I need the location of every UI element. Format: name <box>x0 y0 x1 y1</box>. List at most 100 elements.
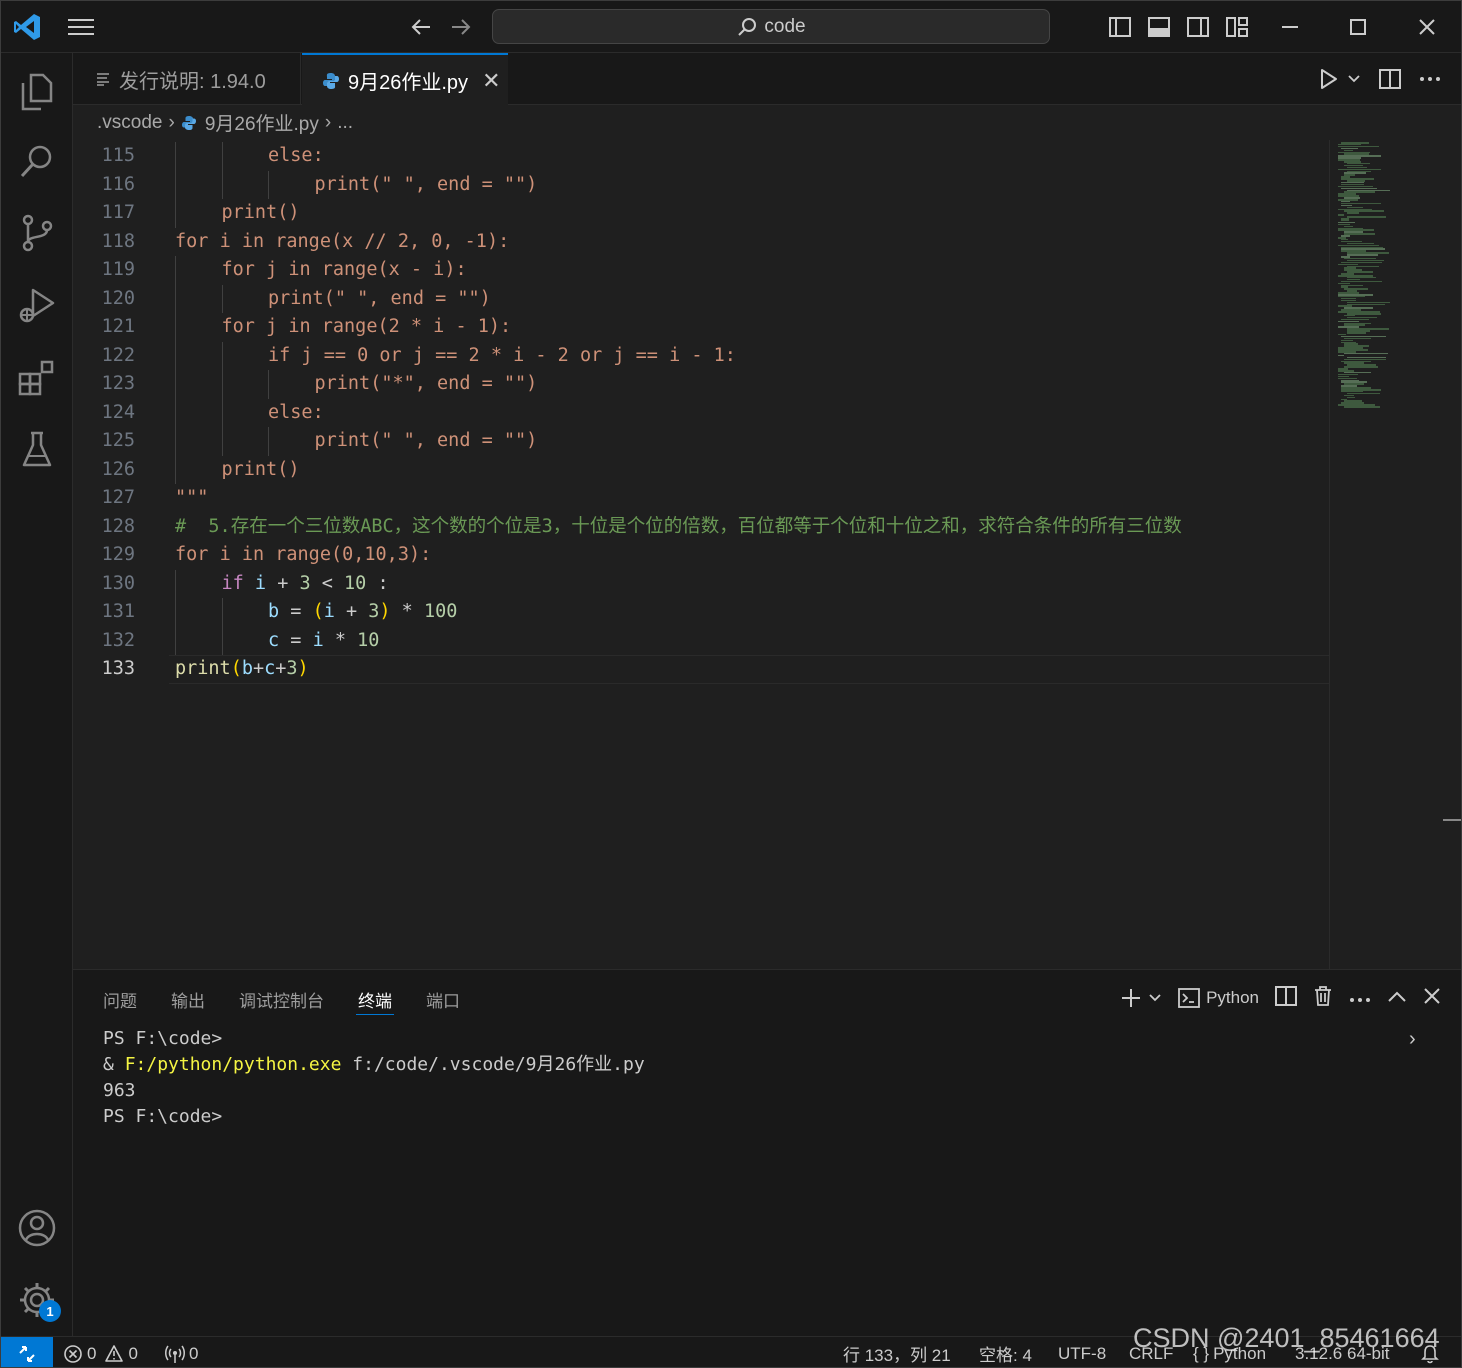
code-line[interactable]: 121 for j in range(2 * i - 1): <box>73 313 1329 342</box>
toggle-panel-icon[interactable] <box>1143 11 1175 43</box>
terminal-profile-button[interactable]: Python <box>1178 988 1259 1008</box>
tab-problems[interactable]: 问题 <box>103 970 137 1028</box>
chevron-right-icon: › <box>324 111 332 133</box>
code-line[interactable]: 132 c = i * 10 <box>73 626 1329 655</box>
source-control-icon[interactable] <box>1 201 73 265</box>
tab-python-file[interactable]: 9月26作业.py ✕ <box>302 53 508 106</box>
chevron-down-icon <box>1348 75 1360 83</box>
terminal-output[interactable]: PS F:\code> & F:/python/python.exe f:/cod… <box>103 1026 645 1130</box>
extensions-icon[interactable] <box>1 345 73 409</box>
tab-label: 9月26作业.py <box>348 72 469 94</box>
tab-terminal[interactable]: 终端 <box>356 970 394 1028</box>
code-line[interactable]: 123 print("*", end = "") <box>73 370 1329 399</box>
code-line[interactable]: 127 """ <box>73 484 1329 513</box>
code-editor[interactable]: 115 else: 116 print(" ", end = "") 117 print(… <box>73 140 1329 969</box>
code-line[interactable]: 119 for j in range(x - i): <box>73 256 1329 285</box>
code-line[interactable]: 116 print(" ", end = "") <box>73 170 1329 199</box>
problems-status[interactable]: 0 0 <box>63 1337 138 1367</box>
customize-layout-icon[interactable] <box>1221 11 1253 43</box>
minimap[interactable] <box>1329 140 1443 969</box>
minimize-icon[interactable] <box>1274 11 1306 43</box>
back-arrow-icon[interactable] <box>405 11 437 43</box>
line-number: 132 <box>101 629 135 651</box>
remote-indicator-icon[interactable] <box>1 1337 53 1367</box>
python-icon <box>322 72 340 90</box>
code-line[interactable]: 125 print(" ", end = "") <box>73 427 1329 456</box>
minimap-line <box>1344 406 1380 408</box>
editor-scrollbar[interactable] <box>1443 140 1461 969</box>
code-line[interactable]: 126 print() <box>73 455 1329 484</box>
code-text: print(" ", end = "") <box>314 173 538 195</box>
code-line[interactable]: 122 if j == 0 or j == 2 * i - 2 or j == i… <box>73 341 1329 370</box>
code-line[interactable]: 133 print(b+c+3) <box>73 655 1329 684</box>
code-line[interactable]: 124 else: <box>73 398 1329 427</box>
line-number: 123 <box>101 373 135 394</box>
code-text: print("*", end = "") <box>314 373 538 394</box>
toggle-secondary-sidebar-icon[interactable] <box>1182 11 1214 43</box>
indent-guide <box>221 626 223 655</box>
indent-guide <box>268 370 269 399</box>
minimap-line <box>1347 332 1366 334</box>
testing-flask-icon[interactable] <box>1 417 73 481</box>
code-text: """ <box>175 487 209 508</box>
chevron-right-icon[interactable]: › <box>1409 1028 1416 1051</box>
run-python-button[interactable] <box>1319 53 1361 105</box>
close-tab-icon[interactable]: ✕ <box>482 68 500 94</box>
explorer-icon[interactable] <box>1 59 73 123</box>
run-and-debug-icon[interactable] <box>1 273 73 337</box>
code-line[interactable]: 131 b = (i + 3) * 100 <box>73 598 1329 627</box>
command-center-search[interactable]: code <box>492 9 1050 44</box>
indent-guide <box>268 170 269 199</box>
indent-guide <box>175 398 176 427</box>
code-text: if i + 3 < 10 : <box>221 572 389 594</box>
new-terminal-button[interactable] <box>1120 987 1162 1009</box>
ports-count: 0 <box>189 1343 199 1363</box>
breadcrumb-file[interactable]: 9月26作业.py <box>205 109 319 136</box>
maximize-icon[interactable] <box>1342 11 1374 43</box>
close-panel-icon[interactable] <box>1423 987 1441 1010</box>
indent-guide <box>221 170 223 199</box>
search-icon[interactable] <box>1 129 73 193</box>
split-editor-icon[interactable] <box>1379 53 1401 105</box>
toggle-primary-sidebar-icon[interactable] <box>1104 11 1136 43</box>
code-text: b = (i + 3) * 100 <box>268 601 458 622</box>
ports-status[interactable]: 0 <box>165 1337 199 1367</box>
manage-gear-icon[interactable] <box>1 1268 73 1332</box>
code-line[interactable]: 115 else: <box>73 142 1329 171</box>
terminal-line: PS F:\code> <box>103 1028 223 1049</box>
line-number: 121 <box>101 316 135 337</box>
minimap-line <box>1344 366 1378 368</box>
code-line[interactable]: 117 print() <box>73 199 1329 228</box>
encoding[interactable]: UTF-8 <box>1058 1337 1106 1367</box>
code-line[interactable]: 129 for i in range(0,10,3): <box>73 541 1329 570</box>
line-number: 124 <box>101 401 135 423</box>
cursor-position[interactable]: 行 133，列 21 <box>843 1337 951 1367</box>
forward-arrow-icon[interactable] <box>445 11 477 43</box>
code-line[interactable]: 120 print(" ", end = "") <box>73 284 1329 313</box>
more-actions-icon[interactable] <box>1419 53 1441 105</box>
tab-output[interactable]: 输出 <box>171 970 205 1028</box>
more-actions-icon[interactable] <box>1349 988 1371 1008</box>
code-line[interactable]: 118 for i in range(x // 2, 0, -1): <box>73 228 1329 257</box>
indent-guide <box>175 142 176 171</box>
tab-ports[interactable]: 端口 <box>426 970 460 1028</box>
indentation[interactable]: 空格: 4 <box>979 1337 1032 1367</box>
indent-guide <box>175 170 176 199</box>
indent-guide <box>175 370 176 399</box>
accounts-icon[interactable] <box>1 1196 73 1260</box>
indent-guide <box>221 427 223 456</box>
tab-release-notes[interactable]: 发行说明: 1.94.0 <box>73 53 301 105</box>
menu-icon[interactable] <box>65 11 97 43</box>
indent-guide <box>175 199 176 228</box>
kill-terminal-trash-icon[interactable] <box>1313 985 1333 1012</box>
tab-debug-console[interactable]: 调试控制台 <box>239 970 324 1028</box>
code-line[interactable]: 128 # 5.存在一个三位数ABC，这个数的个位是3，十位是个位的倍数，百位都等… <box>73 513 1329 542</box>
settings-update-badge: 1 <box>39 1300 61 1322</box>
code-line[interactable]: 130 if i + 3 < 10 : <box>73 569 1329 598</box>
close-window-icon[interactable] <box>1411 11 1443 43</box>
split-terminal-icon[interactable] <box>1275 985 1297 1011</box>
line-number: 128 <box>101 515 135 537</box>
maximize-panel-chevron-up-icon[interactable] <box>1387 988 1407 1008</box>
breadcrumb-folder[interactable]: .vscode <box>97 112 162 134</box>
breadcrumb-more[interactable]: ... <box>337 112 353 134</box>
